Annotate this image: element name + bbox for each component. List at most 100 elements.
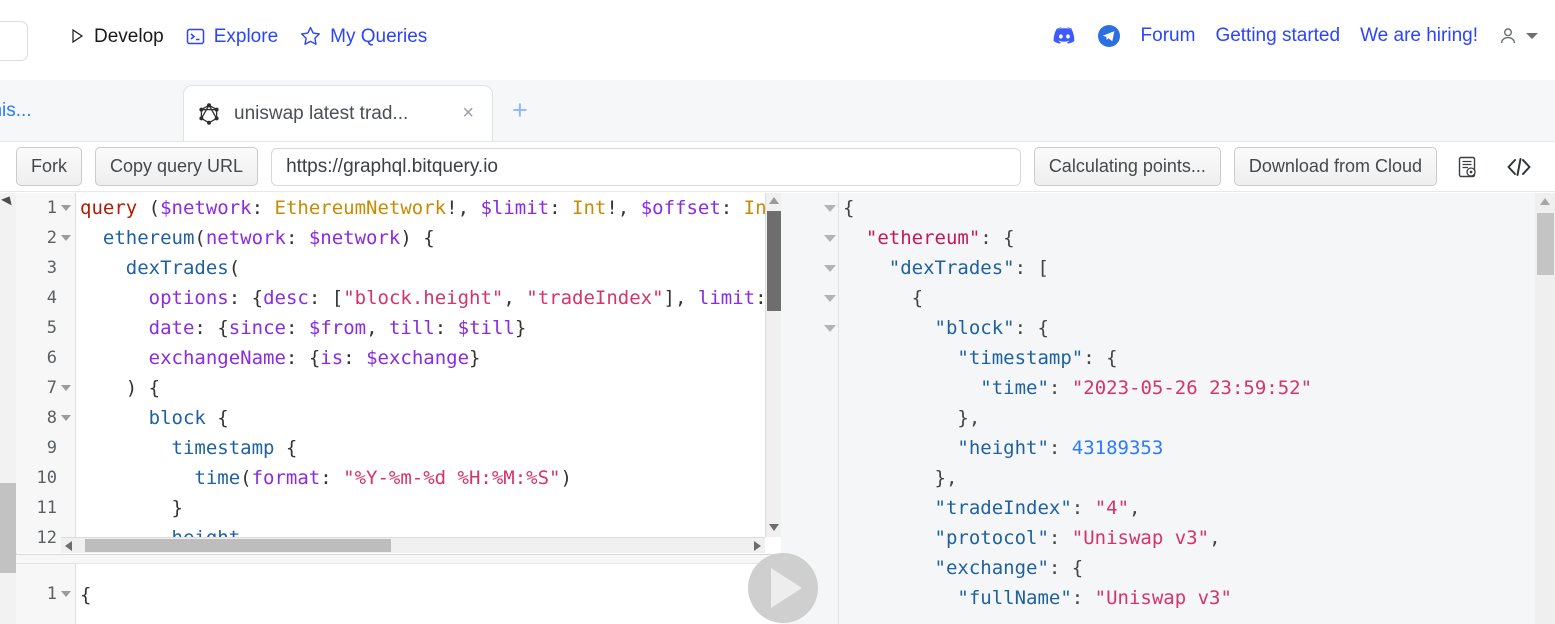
editor-line-number: 8 bbox=[16, 403, 71, 433]
result-vertical-scrollbar[interactable] bbox=[1535, 193, 1555, 624]
result-fold-gutter bbox=[821, 193, 839, 624]
vertical-scroll-thumb[interactable] bbox=[767, 211, 781, 311]
query-tab-bar: irs on Unis... uniswap latest trad... bbox=[0, 80, 1555, 142]
graphql-query-editor[interactable]: 1 2 3 4 5 6 7 8 9 10 11 12 query ($network: Ethereu… bbox=[16, 193, 781, 553]
query-result-pane: { "ethereum": { "dexTrades": [ { "block"… bbox=[781, 193, 1555, 624]
editor-gutter: 1 2 3 4 5 6 7 8 9 10 11 12 bbox=[16, 193, 76, 553]
horizontal-scroll-thumb[interactable] bbox=[85, 539, 391, 552]
code-brackets-icon[interactable] bbox=[1499, 153, 1539, 181]
star-icon bbox=[300, 26, 321, 46]
line-number-text: 6 bbox=[46, 348, 57, 368]
code-line: options: {desc: ["block.height", "tradeI… bbox=[148, 287, 781, 309]
result-line: "exchange": { bbox=[934, 557, 1084, 579]
logo-box[interactable] bbox=[0, 21, 28, 61]
editor-horizontal-scrollbar[interactable] bbox=[61, 537, 765, 553]
code-line: exchangeName: {is: $exchange} bbox=[148, 347, 481, 369]
editor-vertical-scrollbar[interactable] bbox=[765, 193, 781, 537]
account-menu[interactable] bbox=[1498, 26, 1539, 46]
editor-line-number: 10 bbox=[16, 463, 71, 493]
fold-arrow-icon[interactable] bbox=[61, 205, 71, 211]
nav-label-develop: Develop bbox=[94, 25, 164, 47]
fold-arrow-icon[interactable] bbox=[61, 235, 71, 241]
execute-query-button[interactable] bbox=[748, 553, 818, 623]
tab-previous-label: irs on Unis... bbox=[0, 99, 32, 121]
left-scroll-rail[interactable] bbox=[0, 193, 17, 624]
play-triangle-icon bbox=[70, 28, 85, 44]
variables-editor[interactable]: 1 { bbox=[16, 563, 781, 624]
line-number-text: 5 bbox=[46, 318, 57, 338]
result-line: "time": "2023-05-26 23:59:52" bbox=[980, 377, 1313, 399]
collapse-arrow-icon[interactable] bbox=[1, 193, 15, 206]
scroll-up-arrow-icon[interactable] bbox=[769, 197, 779, 204]
result-line: "timestamp": { bbox=[957, 347, 1118, 369]
result-fold-arrow-icon[interactable] bbox=[824, 325, 836, 332]
editor-line-number: 4 bbox=[16, 283, 71, 313]
editor-code[interactable]: query ($network: EthereumNetwork!, $limi… bbox=[77, 193, 781, 553]
nav-item-explore[interactable]: Explore bbox=[186, 27, 278, 46]
document-preview-icon[interactable] bbox=[1450, 153, 1486, 181]
endpoint-url-input[interactable] bbox=[271, 147, 1021, 186]
result-fold-arrow-icon[interactable] bbox=[824, 265, 836, 272]
result-fold-arrow-icon[interactable] bbox=[824, 205, 836, 212]
telegram-icon[interactable] bbox=[1097, 24, 1121, 48]
user-icon bbox=[1498, 26, 1518, 46]
nav-item-develop[interactable]: Develop bbox=[70, 27, 164, 46]
tab-previous-query[interactable]: irs on Unis... bbox=[0, 80, 182, 141]
nav-label-explore: Explore bbox=[213, 25, 279, 47]
code-line: time(format: "%Y-%m-%d %H:%M:%S") bbox=[194, 467, 572, 489]
app-header: Develop Explore My Queries Forum Getting… bbox=[0, 0, 1555, 80]
result-scroll-up-arrow-icon[interactable] bbox=[1540, 198, 1550, 205]
code-line: ethereum(network: $network) { bbox=[102, 227, 435, 249]
result-line: "protocol": "Uniswap v3", bbox=[934, 527, 1221, 549]
result-fold-arrow-icon[interactable] bbox=[824, 235, 836, 242]
line-number-text: 9 bbox=[46, 438, 57, 458]
line-number-text: 10 bbox=[36, 468, 57, 488]
rail-thumb[interactable] bbox=[0, 483, 16, 573]
copy-query-url-button[interactable]: Copy query URL bbox=[95, 147, 259, 186]
editor-line-number: 2 bbox=[16, 223, 71, 253]
editor-line-number: 9 bbox=[16, 433, 71, 463]
variables-content[interactable]: { bbox=[80, 584, 91, 606]
result-json[interactable]: { "ethereum": { "dexTrades": [ { "block"… bbox=[843, 193, 1533, 624]
link-we-are-hiring[interactable]: We are hiring! bbox=[1360, 25, 1478, 47]
scroll-right-arrow-icon[interactable] bbox=[754, 541, 761, 551]
result-line: "ethereum": { bbox=[865, 227, 1015, 249]
query-variables-pane[interactable]: 1 { bbox=[16, 554, 781, 624]
result-scroll-thumb[interactable] bbox=[1537, 213, 1554, 275]
line-number-text: 4 bbox=[46, 288, 57, 308]
tab-uniswap-latest-trades[interactable]: uniswap latest trad... × bbox=[183, 85, 493, 141]
code-line: } bbox=[171, 497, 183, 519]
fold-arrow-icon[interactable] bbox=[61, 415, 71, 421]
fork-button[interactable]: Fork bbox=[16, 147, 82, 186]
link-forum[interactable]: Forum bbox=[1141, 25, 1196, 47]
close-icon[interactable]: × bbox=[458, 102, 478, 125]
primary-nav: Develop Explore My Queries bbox=[70, 26, 427, 46]
line-number-text: 3 bbox=[46, 258, 57, 278]
line-number-text: 2 bbox=[46, 228, 57, 248]
result-line: "height": 43189353 bbox=[957, 437, 1164, 459]
result-line: }, bbox=[843, 407, 981, 429]
discord-icon[interactable] bbox=[1052, 26, 1077, 46]
result-line: { bbox=[843, 197, 855, 219]
result-fold-arrow-icon[interactable] bbox=[824, 295, 836, 302]
scroll-left-arrow-icon[interactable] bbox=[65, 541, 72, 551]
nav-item-my-queries[interactable]: My Queries bbox=[300, 26, 427, 46]
line-number-text: 12 bbox=[36, 528, 57, 548]
nav-label-my-queries: My Queries bbox=[330, 25, 428, 47]
code-line: timestamp { bbox=[171, 437, 298, 459]
code-line: date: {since: $from, till: $till} bbox=[148, 317, 527, 339]
add-tab-button[interactable]: + bbox=[512, 97, 528, 124]
editor-line-number: 1 bbox=[16, 193, 71, 223]
result-line: "block": { bbox=[934, 317, 1049, 339]
link-getting-started[interactable]: Getting started bbox=[1215, 25, 1340, 47]
result-line: "tradeIndex": "4", bbox=[934, 497, 1141, 519]
scroll-down-arrow-icon[interactable] bbox=[769, 524, 779, 531]
result-line: "dexTrades": [ bbox=[888, 257, 1049, 279]
fold-arrow-icon[interactable] bbox=[61, 385, 71, 391]
line-number-text: 7 bbox=[46, 378, 57, 398]
graphql-icon bbox=[198, 102, 220, 126]
download-from-cloud-button[interactable]: Download from Cloud bbox=[1233, 147, 1437, 186]
fold-arrow-icon[interactable] bbox=[61, 591, 71, 597]
calculating-points-button[interactable]: Calculating points... bbox=[1033, 147, 1221, 186]
rail-top bbox=[0, 193, 16, 206]
